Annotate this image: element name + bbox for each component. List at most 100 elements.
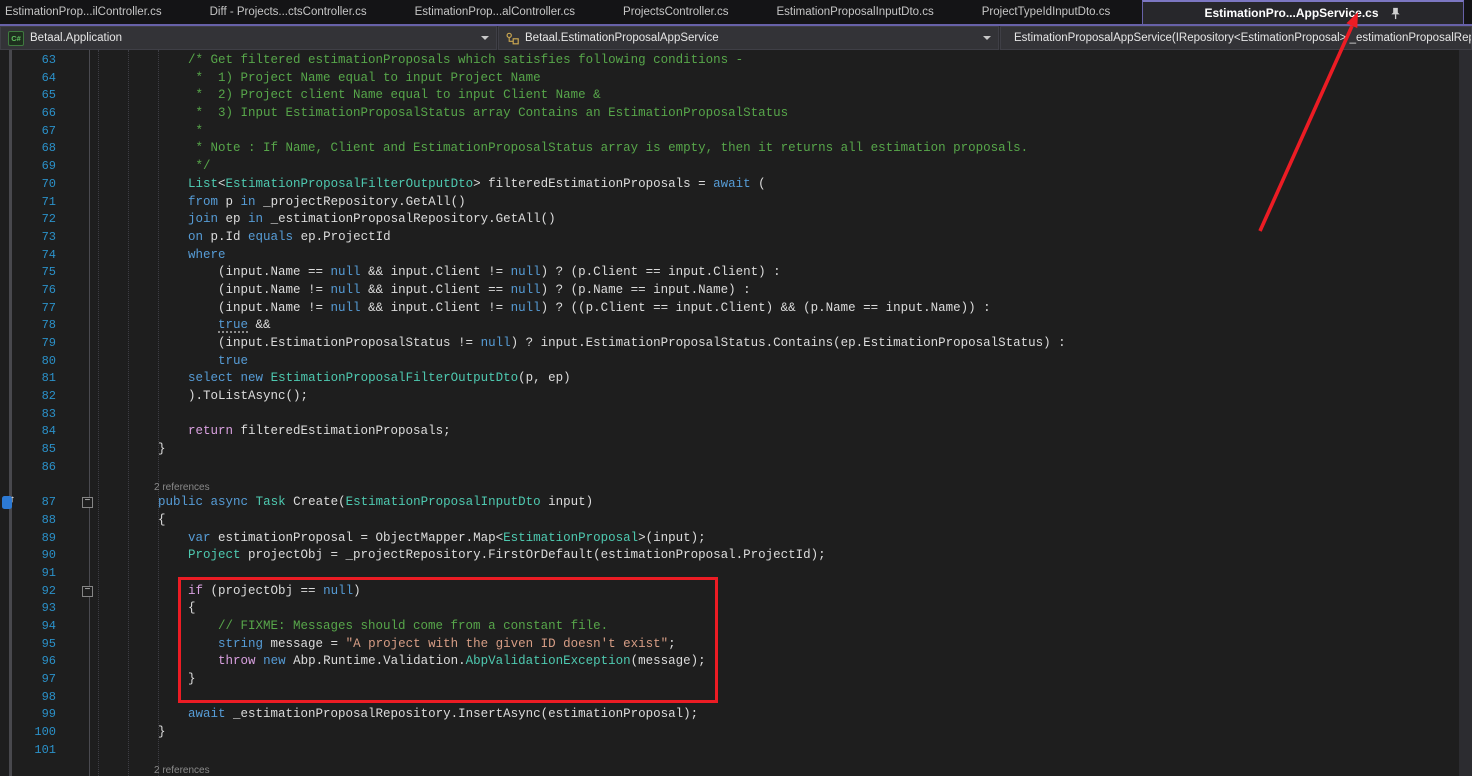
- glyph-margin: [0, 512, 30, 530]
- glyph-margin: [0, 441, 30, 459]
- code-line: 77 (input.Name != null && input.Client !…: [0, 300, 1458, 318]
- fold-toggle[interactable]: −: [82, 586, 93, 597]
- fold-margin: [62, 689, 98, 707]
- code-text: true: [98, 353, 1458, 371]
- glyph-margin: [0, 689, 30, 707]
- line-number: 96: [30, 653, 62, 671]
- fold-margin: [62, 600, 98, 618]
- line-number: 77: [30, 300, 62, 318]
- line-number: 95: [30, 636, 62, 654]
- code-line: 89 var estimationProposal = ObjectMapper…: [0, 530, 1458, 548]
- line-number: 88: [30, 512, 62, 530]
- line-number: 67: [30, 123, 62, 141]
- fold-margin: [62, 300, 98, 318]
- code-line: 66 * 3) Input EstimationProposalStatus a…: [0, 105, 1458, 123]
- line-number: 73: [30, 229, 62, 247]
- tab-label: ProjectsController.cs: [623, 6, 728, 18]
- line-number: 91: [30, 565, 62, 583]
- code-text: await _estimationProposalRepository.Inse…: [98, 706, 1458, 724]
- code-text: * 2) Project client Name equal to input …: [98, 87, 1458, 105]
- code-text: return filteredEstimationProposals;: [98, 423, 1458, 441]
- fold-toggle[interactable]: −: [82, 497, 93, 508]
- fold-margin: [62, 618, 98, 636]
- annotation-box: [178, 577, 718, 703]
- line-number: 80: [30, 353, 62, 371]
- glyph-margin: [0, 300, 30, 318]
- line-number: 72: [30, 211, 62, 229]
- code-line: 88 {: [0, 512, 1458, 530]
- code-line: 90 Project projectObj = _projectReposito…: [0, 547, 1458, 565]
- glyph-margin: [0, 618, 30, 636]
- code-line: 85 }: [0, 441, 1458, 459]
- glyph-margin: [0, 530, 30, 548]
- glyph-margin: [0, 671, 30, 689]
- member-dropdown[interactable]: EstimationProposalAppService(IRepository…: [1000, 26, 1472, 50]
- glyph-margin: [0, 105, 30, 123]
- glyph-margin: [0, 353, 30, 371]
- line-number: 90: [30, 547, 62, 565]
- code-editor[interactable]: 63 /* Get filtered estimationProposals w…: [0, 50, 1472, 776]
- editor-tab[interactable]: ProjectTypeIdInputDto.cs: [958, 0, 1134, 24]
- glyph-margin: [0, 600, 30, 618]
- glyph-margin: [0, 229, 30, 247]
- fold-margin: [62, 70, 98, 88]
- code-line: 67 *: [0, 123, 1458, 141]
- fold-margin: [62, 264, 98, 282]
- code-line: 86: [0, 459, 1458, 477]
- code-line: 65 * 2) Project client Name equal to inp…: [0, 87, 1458, 105]
- glyph-margin: [0, 494, 30, 512]
- fold-margin: [62, 653, 98, 671]
- code-text: select new EstimationProposalFilterOutpu…: [98, 370, 1458, 388]
- line-number: 93: [30, 600, 62, 618]
- fold-margin: [62, 671, 98, 689]
- glyph-margin: [0, 742, 30, 760]
- fold-margin: [62, 388, 98, 406]
- line-number: 65: [30, 87, 62, 105]
- class-dropdown[interactable]: Betaal.EstimationProposalAppService: [498, 26, 999, 50]
- editor-tab[interactable]: ProjectsController.cs: [599, 0, 752, 24]
- code-text: (input.Name != null && input.Client == n…: [98, 282, 1458, 300]
- csharp-project-icon: C#: [8, 31, 24, 46]
- fold-margin: [62, 370, 98, 388]
- code-text: (input.EstimationProposalStatus != null)…: [98, 335, 1458, 353]
- glyph-margin: [0, 724, 30, 742]
- pin-icon[interactable]: [1389, 7, 1402, 20]
- editor-tab[interactable]: Diff - Projects...ctsController.cs: [186, 0, 391, 24]
- fold-margin: [62, 406, 98, 424]
- code-line: 100 }: [0, 724, 1458, 742]
- glyph-margin: [0, 194, 30, 212]
- fold-margin: [62, 547, 98, 565]
- tab-label: ProjectTypeIdInputDto.cs: [982, 6, 1110, 18]
- line-number: 70: [30, 176, 62, 194]
- codelens-row: 2 references: [0, 760, 1458, 776]
- fold-margin: [62, 52, 98, 70]
- glyph-margin: [0, 335, 30, 353]
- tab-label: EstimationPro...AppService.cs: [1204, 6, 1378, 20]
- fold-margin: [62, 742, 98, 760]
- code-text: 2 references: [98, 760, 1458, 776]
- code-line: 72 join ep in _estimationProposalReposit…: [0, 211, 1458, 229]
- glyph-margin: [0, 388, 30, 406]
- line-number: 99: [30, 706, 62, 724]
- editor-tab[interactable]: EstimationProposalInputDto.cs: [753, 0, 958, 24]
- code-line: 64 * 1) Project Name equal to input Proj…: [0, 70, 1458, 88]
- line-number: 84: [30, 423, 62, 441]
- code-text: (input.Name == null && input.Client != n…: [98, 264, 1458, 282]
- project-dropdown[interactable]: C# Betaal.Application: [0, 26, 497, 50]
- editor-tab[interactable]: EstimationProp...ilController.cs: [0, 0, 186, 24]
- code-text: where: [98, 247, 1458, 265]
- code-text: [98, 742, 1458, 760]
- code-line: 75 (input.Name == null && input.Client !…: [0, 264, 1458, 282]
- line-number: [30, 760, 62, 776]
- editor-scrollbar[interactable]: [1459, 50, 1472, 776]
- glyph-margin: [0, 636, 30, 654]
- codelens-row: 2 references: [0, 477, 1458, 495]
- fold-margin: [62, 423, 98, 441]
- tab-label: EstimationProp...ilController.cs: [5, 6, 162, 18]
- editor-tab[interactable]: EstimationProp...alController.cs: [391, 0, 599, 24]
- code-text: Project projectObj = _projectRepository.…: [98, 547, 1458, 565]
- editor-tab-active[interactable]: EstimationPro...AppService.cs: [1142, 0, 1464, 24]
- glyph-margin: [0, 653, 30, 671]
- fold-margin: [62, 636, 98, 654]
- code-line: 68 * Note : If Name, Client and Estimati…: [0, 140, 1458, 158]
